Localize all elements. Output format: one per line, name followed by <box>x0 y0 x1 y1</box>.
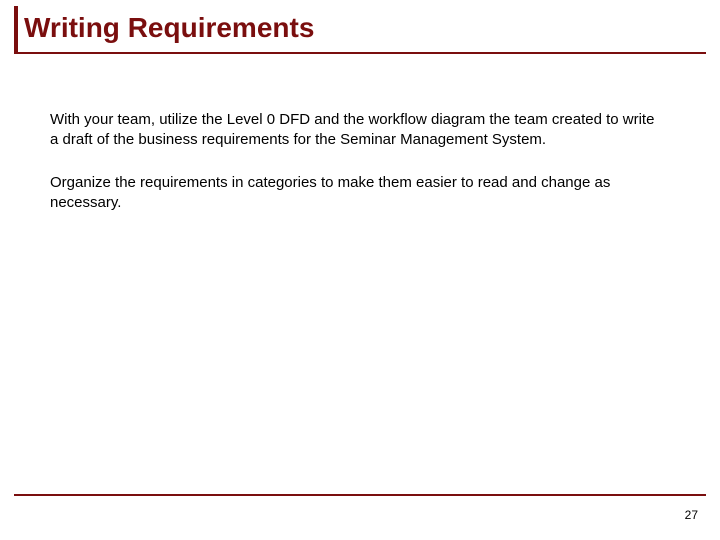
page-number: 27 <box>685 508 698 522</box>
footer-divider <box>14 494 706 496</box>
slide-title: Writing Requirements <box>14 6 706 52</box>
slide: Writing Requirements With your team, uti… <box>0 0 720 540</box>
content-area: With your team, utilize the Level 0 DFD … <box>50 110 660 235</box>
title-block: Writing Requirements <box>14 10 706 54</box>
paragraph-2: Organize the requirements in categories … <box>50 173 660 214</box>
title-underline <box>14 52 706 54</box>
paragraph-1: With your team, utilize the Level 0 DFD … <box>50 110 660 151</box>
